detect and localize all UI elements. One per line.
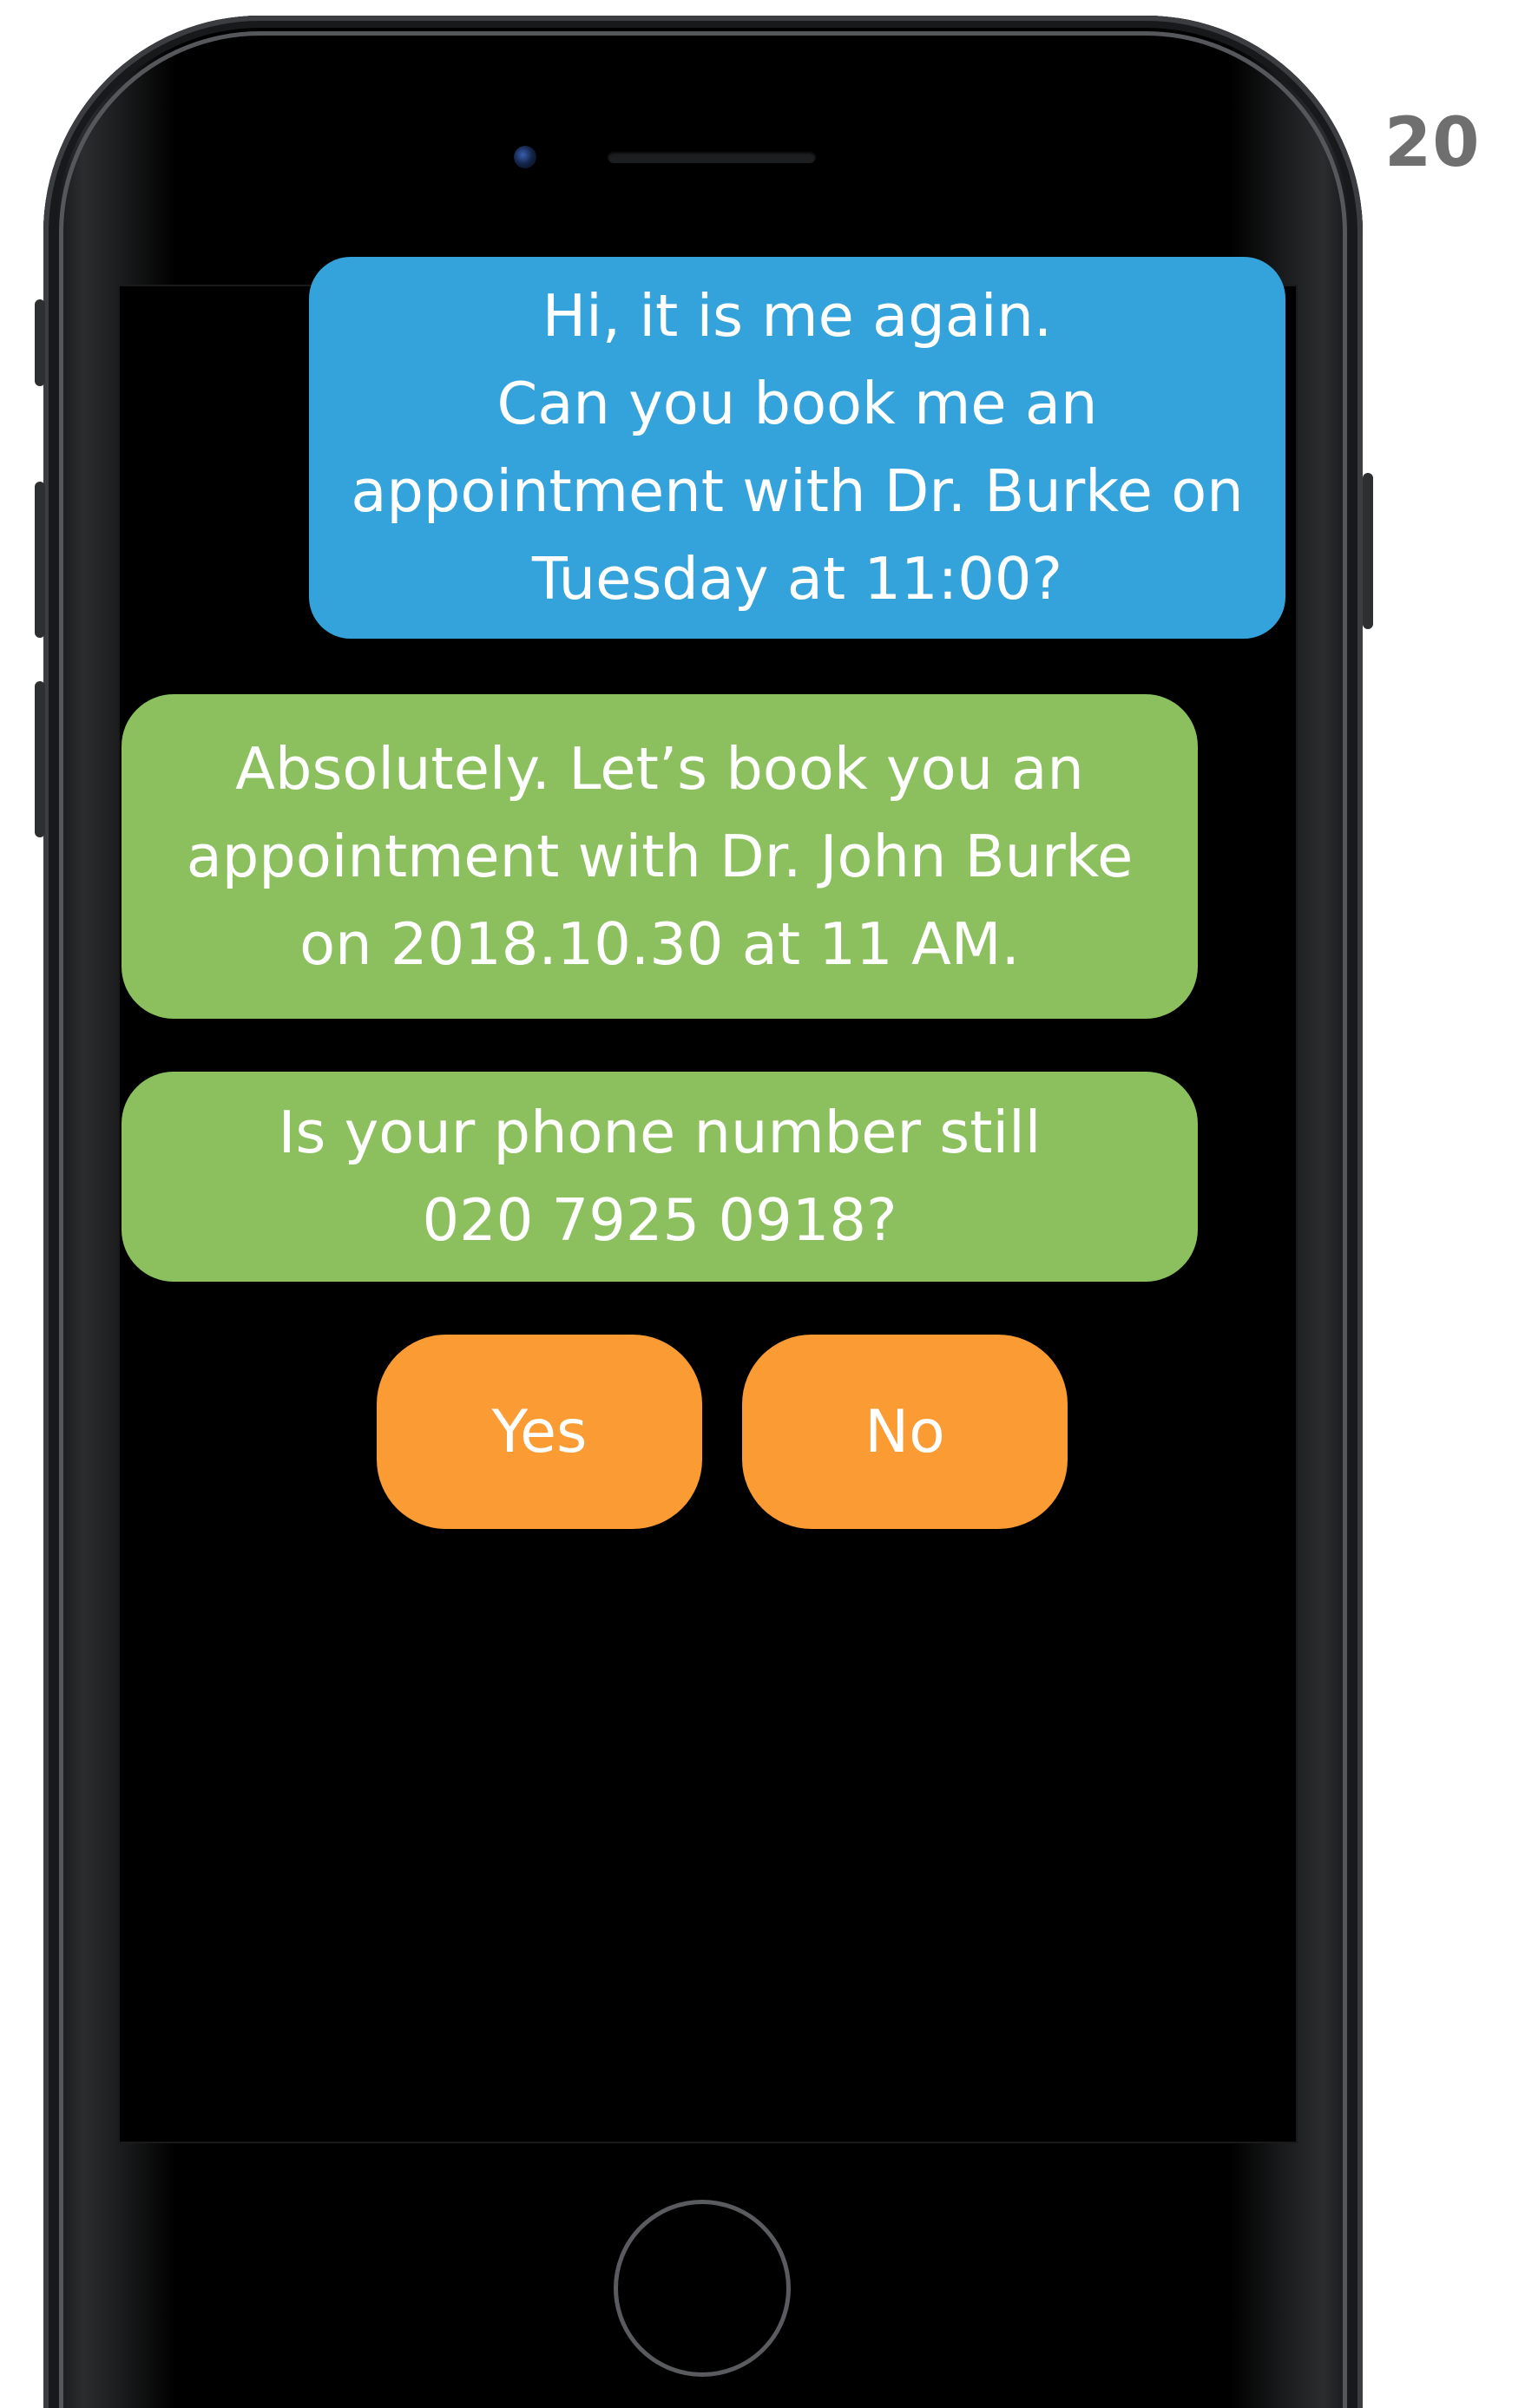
user-message-bubble: Hi, it is me again. Can you book me an a… xyxy=(309,257,1285,639)
front-camera-icon xyxy=(514,146,536,168)
silent-switch xyxy=(35,299,45,386)
bot-message-bubble-confirmation: Absolutely. Let’s book you an appointmen… xyxy=(122,694,1198,1019)
earpiece-speaker-icon xyxy=(608,151,816,163)
bot-message-bubble-phone-check: Is your phone number still 020 7925 0918… xyxy=(122,1072,1198,1282)
yes-button[interactable]: Yes xyxy=(377,1335,702,1529)
message-line: appointment with Dr. Burke on xyxy=(351,457,1244,525)
message-line: Is your phone number still xyxy=(278,1099,1042,1166)
message-line: Tuesday at 11:00? xyxy=(531,545,1063,613)
no-button[interactable]: No xyxy=(742,1335,1068,1529)
message-line: Can you book me an xyxy=(496,370,1098,437)
volume-down-button xyxy=(35,681,45,837)
message-line: Hi, it is me again. xyxy=(542,282,1053,350)
power-button xyxy=(1363,473,1373,629)
page-number: 20 xyxy=(1384,104,1481,182)
home-button-icon[interactable] xyxy=(614,2200,791,2377)
volume-up-button xyxy=(35,482,45,638)
message-line: appointment with Dr. John Burke xyxy=(186,822,1134,890)
message-line: on 2018.10.30 at 11 AM. xyxy=(299,909,1020,978)
message-line: Absolutely. Let’s book you an xyxy=(235,734,1084,803)
message-line: 020 7925 0918? xyxy=(422,1186,897,1254)
